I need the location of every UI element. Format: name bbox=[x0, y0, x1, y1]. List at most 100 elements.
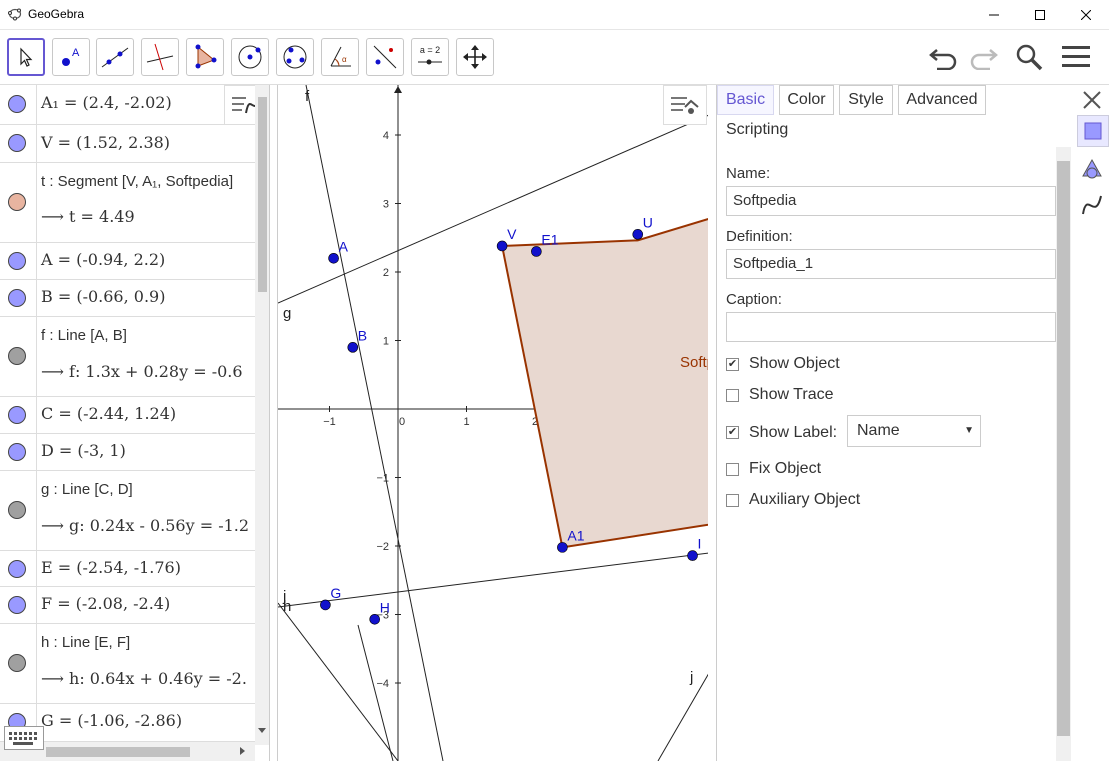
point-label[interactable]: B bbox=[358, 327, 367, 343]
point-I[interactable] bbox=[687, 550, 698, 561]
algebra-row[interactable]: A₁ = (2.4, -2.02) bbox=[0, 85, 255, 125]
scroll-down-arrow-icon[interactable] bbox=[258, 728, 266, 733]
point-label[interactable]: H bbox=[380, 599, 390, 615]
point-label[interactable]: E1 bbox=[541, 231, 558, 247]
graphics-view[interactable]: −1012344321−1−2−3−4 Softpedia_1 fgjhj AB… bbox=[277, 85, 708, 761]
point-label[interactable]: A1 bbox=[567, 527, 584, 543]
marble-cell bbox=[0, 317, 37, 396]
point-tool-button[interactable]: A bbox=[52, 38, 90, 76]
point-A[interactable] bbox=[328, 253, 339, 264]
toolbar: A α a = 2 bbox=[0, 30, 1109, 85]
point-label[interactable]: A bbox=[339, 238, 349, 254]
scroll-thumb[interactable] bbox=[258, 97, 267, 292]
auxiliary-object-checkbox[interactable] bbox=[726, 494, 739, 507]
point-label[interactable]: G bbox=[330, 585, 341, 601]
caption-input[interactable] bbox=[726, 312, 1056, 342]
label-mode-select[interactable]: Name ▼ bbox=[847, 415, 981, 447]
move-tool-button[interactable] bbox=[7, 38, 45, 76]
point-B[interactable] bbox=[347, 342, 359, 353]
visibility-marble[interactable] bbox=[8, 406, 26, 424]
tab-color[interactable]: Color bbox=[779, 85, 834, 115]
point-E1[interactable] bbox=[531, 246, 542, 257]
close-icon bbox=[1083, 91, 1101, 109]
tab-style[interactable]: Style bbox=[839, 85, 893, 115]
visibility-marble[interactable] bbox=[8, 560, 26, 578]
definition-input[interactable]: Softpedia_1 bbox=[726, 249, 1056, 279]
point-U[interactable] bbox=[632, 229, 644, 240]
fix-object-checkbox[interactable] bbox=[726, 463, 739, 476]
algebra-row-value: ⟶ h: 0.64x + 0.46y = -2. bbox=[41, 669, 247, 688]
algebra-row[interactable]: g : Line [C, D] ⟶ g: 0.24x - 0.56y = -1.… bbox=[0, 471, 255, 551]
object-type-triangle-button[interactable] bbox=[1077, 153, 1107, 183]
polygon-softpedia[interactable] bbox=[500, 207, 708, 549]
undo-button[interactable] bbox=[925, 38, 963, 76]
algebra-row[interactable]: t : Segment [V, A₁, Softpedia] ⟶ t = 4.4… bbox=[0, 163, 255, 243]
show-object-checkbox[interactable]: ✔ bbox=[726, 358, 739, 371]
tab-scripting[interactable]: Scripting bbox=[717, 115, 807, 145]
algebra-row-definition: g : Line [C, D] bbox=[41, 481, 133, 498]
point-label[interactable]: V bbox=[507, 226, 517, 242]
visibility-marble[interactable] bbox=[8, 654, 26, 672]
algebra-vertical-scrollbar[interactable] bbox=[255, 85, 269, 745]
window-title: GeoGebra bbox=[28, 7, 85, 21]
properties-scrollbar[interactable] bbox=[1056, 147, 1071, 761]
algebra-row[interactable]: V = (1.52, 2.38) bbox=[0, 125, 255, 163]
visibility-marble[interactable] bbox=[8, 134, 26, 152]
show-trace-checkbox[interactable] bbox=[726, 389, 739, 402]
visibility-marble[interactable] bbox=[8, 596, 26, 614]
keyboard-button[interactable] bbox=[4, 726, 44, 750]
move-graphics-tool-button[interactable] bbox=[456, 38, 494, 76]
point-label[interactable]: I bbox=[698, 536, 702, 552]
point-label[interactable]: U bbox=[643, 214, 653, 230]
slider-tool-button[interactable]: a = 2 bbox=[411, 38, 449, 76]
close-button[interactable] bbox=[1063, 0, 1109, 30]
minimize-button[interactable] bbox=[971, 0, 1017, 30]
angle-tool-button[interactable]: α bbox=[321, 38, 359, 76]
close-properties-button[interactable] bbox=[1081, 89, 1103, 111]
reflect-tool-button[interactable] bbox=[366, 38, 404, 76]
object-type-function-button[interactable] bbox=[1077, 190, 1107, 220]
algebra-row[interactable]: h : Line [E, F] ⟶ h: 0.64x + 0.46y = -2. bbox=[0, 624, 255, 704]
point-G[interactable] bbox=[320, 599, 331, 611]
tab-basic[interactable]: Basic bbox=[717, 85, 774, 115]
scroll-thumb[interactable] bbox=[46, 747, 190, 757]
circle-three-points-tool-button[interactable] bbox=[276, 38, 314, 76]
visibility-marble[interactable] bbox=[8, 347, 26, 365]
circle-tool-button[interactable] bbox=[231, 38, 269, 76]
graphics-style-bar-toggle[interactable] bbox=[663, 85, 707, 125]
algebra-row[interactable]: f : Line [A, B] ⟶ f: 1.3x + 0.28y = -0.6 bbox=[0, 317, 255, 397]
point-V[interactable] bbox=[496, 240, 508, 252]
algebra-row[interactable]: C = (-2.44, 1.24) bbox=[0, 397, 255, 434]
algebra-row[interactable]: F = (-2.08, -2.4) bbox=[0, 587, 255, 624]
scroll-thumb[interactable] bbox=[1057, 161, 1070, 736]
polygon-tool-button[interactable] bbox=[186, 38, 224, 76]
visibility-marble[interactable] bbox=[8, 193, 26, 211]
name-input[interactable]: Softpedia bbox=[726, 186, 1056, 216]
algebra-row[interactable]: B = (-0.66, 0.9) bbox=[0, 280, 255, 317]
marble-cell bbox=[0, 125, 37, 162]
visibility-marble[interactable] bbox=[8, 289, 26, 307]
reflect-icon bbox=[373, 45, 397, 69]
point-H[interactable] bbox=[369, 613, 381, 625]
algebra-row[interactable]: A = (-0.94, 2.2) bbox=[0, 243, 255, 280]
perpendicular-tool-button[interactable] bbox=[141, 38, 179, 76]
line-tool-button[interactable] bbox=[96, 38, 134, 76]
search-button[interactable] bbox=[1010, 38, 1048, 76]
algebra-row-text: B = (-0.66, 0.9) bbox=[41, 287, 166, 306]
object-type-polygon-button[interactable] bbox=[1077, 115, 1109, 147]
graphics-canvas[interactable]: −1012344321−1−2−3−4 Softpedia_1 fgjhj AB… bbox=[278, 85, 708, 761]
properties-view: Basic Color Style Advanced Scripting Nam… bbox=[716, 85, 1109, 761]
algebra-row[interactable]: D = (-3, 1) bbox=[0, 434, 255, 471]
tab-advanced[interactable]: Advanced bbox=[898, 85, 986, 115]
point-A1[interactable] bbox=[557, 542, 568, 553]
visibility-marble[interactable] bbox=[8, 95, 26, 113]
algebra-row[interactable]: E = (-2.54, -1.76) bbox=[0, 551, 255, 587]
visibility-marble[interactable] bbox=[8, 443, 26, 461]
visibility-marble[interactable] bbox=[8, 501, 26, 519]
menu-button[interactable] bbox=[1057, 38, 1095, 76]
maximize-button[interactable] bbox=[1017, 0, 1063, 30]
redo-button[interactable] bbox=[964, 38, 1002, 76]
scroll-right-arrow-icon[interactable] bbox=[240, 747, 245, 755]
show-label-checkbox[interactable]: ✔ bbox=[726, 426, 739, 439]
visibility-marble[interactable] bbox=[8, 252, 26, 270]
